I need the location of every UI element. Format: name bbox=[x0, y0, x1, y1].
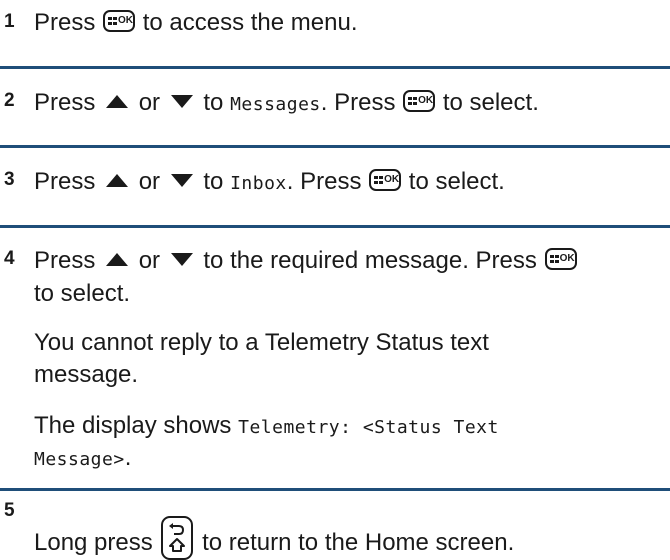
step-number: 1 bbox=[4, 11, 15, 32]
step-number: 5 bbox=[4, 500, 15, 521]
step-text: Press or to Messages. Press OK to select… bbox=[34, 88, 539, 120]
up-arrow-icon bbox=[106, 95, 129, 108]
step-text-part: or bbox=[138, 247, 161, 274]
display-readout: Message> bbox=[34, 449, 125, 470]
display-prefix: The display shows bbox=[34, 412, 232, 439]
up-arrow-icon bbox=[106, 253, 129, 266]
display-line: Message>. bbox=[34, 443, 131, 475]
menu-item-inbox: Inbox bbox=[230, 173, 287, 194]
note-line: You cannot reply to a Telemetry Status t… bbox=[34, 329, 489, 356]
step-divider bbox=[0, 225, 670, 228]
menu-item-messages: Messages bbox=[230, 94, 321, 115]
step-text-part: . Press bbox=[320, 89, 396, 116]
step-text-part: Press bbox=[34, 247, 96, 274]
step-text-part: or bbox=[138, 168, 161, 195]
up-arrow-icon bbox=[106, 174, 129, 187]
menu-ok-key-icon: OK bbox=[544, 248, 577, 270]
down-arrow-icon bbox=[170, 95, 193, 108]
step-number: 3 bbox=[4, 169, 15, 190]
down-arrow-icon bbox=[170, 253, 193, 266]
step-divider bbox=[0, 66, 670, 69]
step-number: 2 bbox=[4, 90, 15, 111]
step-text-part: or bbox=[138, 89, 161, 116]
step-text-part: to bbox=[203, 89, 224, 116]
step-text: Press or to Inbox. Press OK to select. bbox=[34, 167, 505, 199]
menu-ok-key-icon: OK bbox=[103, 10, 136, 32]
note-line: message. bbox=[34, 361, 139, 388]
step-text-part: Press bbox=[34, 168, 96, 195]
step-divider bbox=[0, 488, 670, 491]
step-text-part: . Press bbox=[286, 168, 362, 195]
display-end: . bbox=[124, 444, 132, 471]
step-text-part: to select. bbox=[408, 168, 505, 195]
display-line: The display shows Telemetry: <Status Tex… bbox=[34, 411, 499, 443]
step-text-continued: to select. bbox=[34, 280, 131, 307]
menu-ok-key-icon: OK bbox=[369, 169, 402, 191]
step-text: Press OK to access the menu. bbox=[34, 8, 357, 38]
step-text-part: to access the menu. bbox=[142, 9, 358, 36]
back-home-key-icon bbox=[161, 516, 194, 560]
step-text-part: to bbox=[203, 168, 224, 195]
down-arrow-icon bbox=[170, 174, 193, 187]
step-divider bbox=[0, 145, 670, 148]
step-text: Long press to return to the Home screen. bbox=[34, 516, 514, 560]
step-text-part: Press bbox=[34, 9, 96, 36]
step-number: 4 bbox=[4, 248, 15, 269]
step-text-part: Press bbox=[34, 89, 96, 116]
step-text-part: to the required message. Press bbox=[203, 247, 537, 274]
menu-ok-key-icon: OK bbox=[403, 90, 436, 112]
step-text: Press or to the required message. Press … bbox=[34, 246, 578, 276]
display-readout: Telemetry: <Status Text bbox=[238, 417, 499, 438]
step-text-part: to select. bbox=[442, 89, 539, 116]
